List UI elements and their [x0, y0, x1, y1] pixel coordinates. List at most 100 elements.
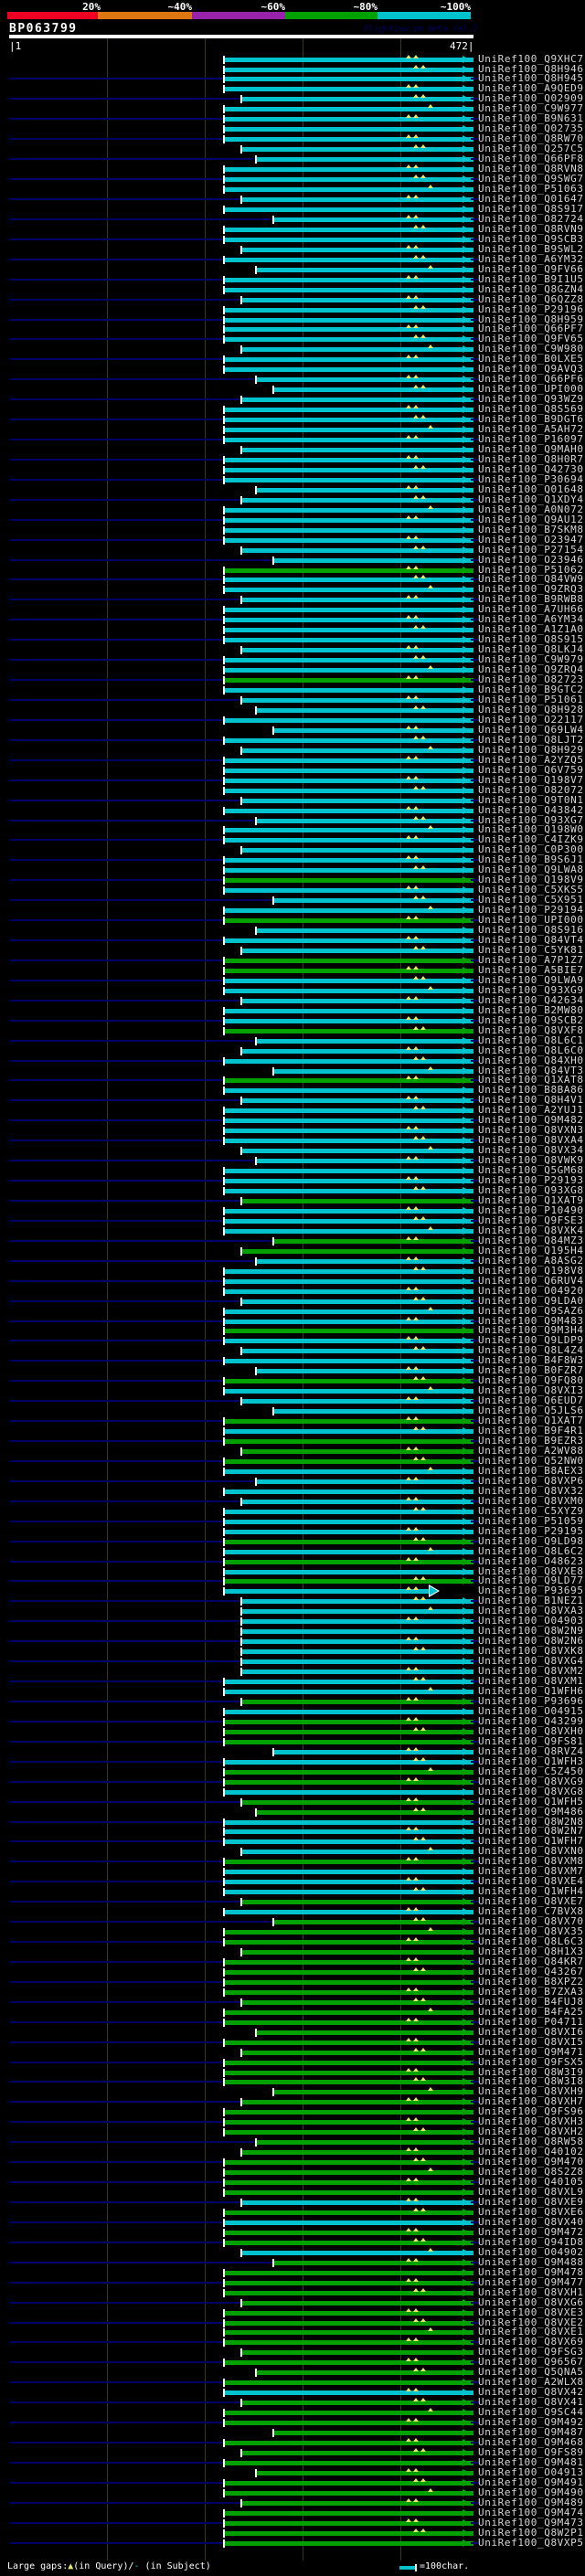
hit-arrow-icon[interactable]: [463, 1767, 470, 1776]
alignment-bar[interactable]: [242, 547, 473, 553]
alignment-bar[interactable]: [225, 2480, 473, 2486]
hit-arrow-icon[interactable]: [463, 2488, 470, 2496]
alignment-bar[interactable]: [225, 257, 473, 262]
alignment-bar[interactable]: [242, 1048, 473, 1054]
hit-arrow-icon[interactable]: [463, 2178, 470, 2186]
alignment-bar[interactable]: [225, 2240, 473, 2245]
hit-arrow-icon[interactable]: [463, 666, 470, 674]
alignment-bar[interactable]: [225, 337, 473, 343]
alignment-bar[interactable]: [242, 1900, 473, 1905]
hit-arrow-icon[interactable]: [463, 886, 470, 895]
alignment-bar[interactable]: [225, 1458, 473, 1464]
alignment-bar[interactable]: [257, 2030, 473, 2035]
alignment-bar[interactable]: [225, 127, 473, 133]
alignment-bar[interactable]: [225, 1690, 473, 1694]
hit-arrow-icon[interactable]: [463, 1607, 470, 1616]
hit-arrow-icon[interactable]: [463, 1638, 470, 1646]
alignment-bar[interactable]: [242, 1149, 473, 1154]
alignment-bar[interactable]: [225, 1208, 473, 1214]
hit-arrow-icon[interactable]: [463, 1167, 470, 1175]
alignment-bar[interactable]: [257, 487, 473, 493]
alignment-bar[interactable]: [225, 1379, 473, 1384]
alignment-bar[interactable]: [225, 177, 473, 182]
hit-arrow-icon[interactable]: [463, 115, 470, 123]
alignment-bar[interactable]: [225, 868, 473, 874]
hit-arrow-icon[interactable]: [463, 2298, 470, 2306]
hit-arrow-icon[interactable]: [463, 746, 470, 754]
alignment-bar[interactable]: [242, 848, 473, 853]
hit-arrow-icon[interactable]: [463, 205, 470, 213]
hit-arrow-icon[interactable]: [463, 1147, 470, 1155]
hit-arrow-icon[interactable]: [463, 1236, 470, 1245]
hit-arrow-icon[interactable]: [463, 2308, 470, 2316]
hit-arrow-icon[interactable]: [463, 465, 470, 473]
alignment-bar[interactable]: [257, 1479, 473, 1484]
hit-arrow-icon[interactable]: [463, 1377, 470, 1385]
alignment-bar[interactable]: [242, 2300, 473, 2306]
hit-arrow-icon[interactable]: [463, 2048, 470, 2056]
alignment-bar[interactable]: [225, 938, 473, 943]
hit-arrow-icon[interactable]: [463, 576, 470, 584]
alignment-bar[interactable]: [242, 1448, 473, 1454]
hit-arrow-icon[interactable]: [463, 145, 470, 154]
alignment-bar[interactable]: [225, 1179, 473, 1183]
alignment-bar[interactable]: [242, 447, 473, 452]
hit-arrow-icon[interactable]: [463, 766, 470, 774]
hit-arrow-icon[interactable]: [463, 1537, 470, 1545]
alignment-bar[interactable]: [242, 798, 473, 803]
hit-arrow-icon[interactable]: [463, 1327, 470, 1335]
alignment-bar[interactable]: [225, 1108, 473, 1114]
alignment-bar[interactable]: [225, 1860, 473, 1865]
alignment-bar[interactable]: [225, 788, 473, 793]
hit-arrow-icon[interactable]: [463, 2028, 470, 2036]
alignment-bar[interactable]: [225, 227, 473, 232]
alignment-bar[interactable]: [274, 727, 473, 733]
hit-arrow-icon[interactable]: [463, 85, 470, 93]
hit-arrow-icon[interactable]: [463, 1407, 470, 1415]
alignment-bar[interactable]: [257, 2470, 473, 2475]
hit-arrow-icon[interactable]: [463, 345, 470, 354]
hit-arrow-icon[interactable]: [463, 2429, 470, 2436]
alignment-bar[interactable]: [225, 1870, 473, 1875]
alignment-bar[interactable]: [225, 1839, 473, 1845]
hit-arrow-icon[interactable]: [463, 1807, 470, 1816]
alignment-bar[interactable]: [225, 1989, 473, 1995]
alignment-bar[interactable]: [242, 1799, 473, 1805]
alignment-bar[interactable]: [225, 1880, 473, 1885]
alignment-bar[interactable]: [225, 1018, 473, 1023]
hit-accession-link[interactable]: UniRef100_Q8VXP5: [478, 2537, 584, 2549]
alignment-bar[interactable]: [225, 668, 473, 673]
hit-arrow-icon[interactable]: [463, 1818, 470, 1826]
hit-arrow-icon[interactable]: [463, 55, 470, 63]
hit-arrow-icon[interactable]: [463, 2238, 470, 2246]
alignment-bar[interactable]: [225, 1058, 473, 1064]
alignment-bar[interactable]: [225, 1759, 473, 1765]
hit-arrow-icon[interactable]: [463, 366, 470, 374]
alignment-bar[interactable]: [274, 898, 473, 904]
hit-arrow-icon[interactable]: [463, 946, 470, 954]
alignment-bar[interactable]: [225, 1139, 473, 1144]
hit-arrow-icon[interactable]: [463, 1337, 470, 1345]
hit-arrow-icon[interactable]: [463, 1617, 470, 1626]
alignment-bar[interactable]: [257, 1258, 473, 1264]
hit-arrow-icon[interactable]: [463, 1246, 470, 1255]
hit-arrow-icon[interactable]: [463, 2138, 470, 2147]
hit-arrow-icon[interactable]: [463, 386, 470, 394]
alignment-bar[interactable]: [274, 1749, 473, 1754]
hit-arrow-icon[interactable]: [463, 2458, 470, 2466]
alignment-bar[interactable]: [242, 297, 473, 302]
alignment-bar[interactable]: [225, 1930, 473, 1935]
hit-arrow-icon[interactable]: [463, 2258, 470, 2266]
hit-arrow-icon[interactable]: [463, 1838, 470, 1846]
hit-arrow-icon[interactable]: [463, 1497, 470, 1505]
hit-arrow-icon[interactable]: [463, 716, 470, 724]
hit-arrow-icon[interactable]: [463, 1858, 470, 1866]
alignment-bar[interactable]: [225, 1329, 473, 1334]
hit-arrow-icon[interactable]: [463, 2148, 470, 2157]
alignment-bar[interactable]: [242, 1659, 473, 1665]
hit-arrow-icon[interactable]: [463, 1387, 470, 1395]
hit-arrow-icon[interactable]: [463, 416, 470, 424]
hit-arrow-icon[interactable]: [463, 1727, 470, 1735]
alignment-bar[interactable]: [225, 1680, 473, 1684]
alignment-bar[interactable]: [225, 1088, 473, 1094]
